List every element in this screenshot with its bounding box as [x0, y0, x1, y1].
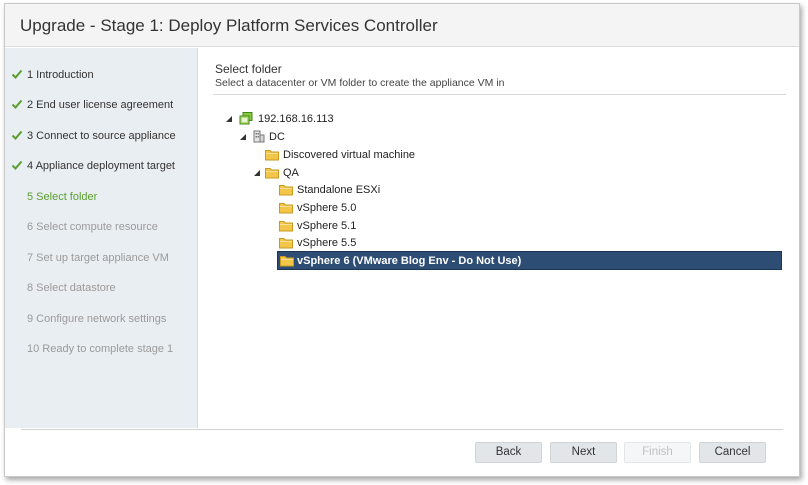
main-panel: Select folder Select a datacenter or VM … [199, 48, 799, 428]
title-bar: Upgrade - Stage 1: Deploy Platform Servi… [5, 4, 799, 47]
tree-node-label: vSphere 5.5 [297, 237, 357, 249]
tree-node-vsphere-5-5[interactable]: vSphere 5.5 [277, 234, 477, 252]
tree-node-qa[interactable]: QA [249, 164, 449, 182]
tree-node-label: DC [269, 131, 285, 143]
tree-node-standalone-esxi[interactable]: Standalone ESXi [277, 181, 477, 199]
folder-icon [279, 203, 293, 214]
tree-node-label: Discovered virtual machine [283, 149, 416, 161]
step-label: 3 Connect to source appliance [27, 130, 176, 142]
expand-triangle-icon[interactable] [239, 133, 247, 141]
step-configure-network: 9 Configure network settings [5, 310, 198, 330]
step-label: 6 Select compute resource [27, 221, 158, 233]
step-setup-target-vm: 7 Set up target appliance VM [5, 249, 198, 269]
tree-node-label: QA [283, 167, 299, 179]
tree-node-label: 192.168.16.113 [258, 113, 334, 125]
finish-button: Finish [624, 442, 691, 463]
checkmark-icon [11, 160, 23, 170]
step-label: 1 Introduction [27, 69, 94, 81]
footer-divider [21, 429, 783, 430]
next-button[interactable]: Next [550, 442, 617, 463]
divider [213, 94, 786, 95]
step-deployment-target[interactable]: 4 Appliance deployment target [5, 157, 198, 177]
step-select-compute-resource: 6 Select compute resource [5, 218, 198, 238]
tree-node-vsphere-5-0[interactable]: vSphere 5.0 [277, 199, 477, 217]
step-select-datastore: 8 Select datastore [5, 279, 198, 299]
folder-icon [279, 185, 293, 196]
step-label: 4 Appliance deployment target [27, 160, 175, 172]
datacenter-icon [253, 130, 265, 143]
tree-node-label: Standalone ESXi [297, 184, 381, 196]
step-label: 9 Configure network settings [27, 313, 167, 325]
folder-icon [279, 221, 293, 232]
step-label: 5 Select folder [27, 191, 98, 203]
upgrade-dialog: Upgrade - Stage 1: Deploy Platform Servi… [4, 3, 800, 477]
step-ready-to-complete: 10 Ready to complete stage 1 [5, 340, 198, 360]
expand-triangle-icon[interactable] [253, 169, 261, 177]
wizard-steps-sidebar: 1 Introduction 2 End user license agreem… [5, 48, 198, 428]
tree-node-vsphere-5-1[interactable]: vSphere 5.1 [277, 217, 477, 235]
section-title: Select folder [215, 62, 282, 76]
step-eula[interactable]: 2 End user license agreement [5, 96, 198, 116]
step-select-folder[interactable]: 5 Select folder [5, 188, 198, 208]
folder-icon [280, 256, 294, 267]
tree-node-host[interactable]: 192.168.16.113 [221, 110, 421, 128]
step-label: 7 Set up target appliance VM [27, 252, 169, 264]
tree-node-discovered-vm[interactable]: Discovered virtual machine [263, 146, 463, 164]
step-label: 8 Select datastore [27, 282, 116, 294]
vcenter-host-icon [239, 112, 253, 125]
step-label: 2 End user license agreement [27, 99, 174, 111]
dialog-title: Upgrade - Stage 1: Deploy Platform Servi… [20, 16, 438, 35]
tree-node-label: vSphere 6 (VMware Blog Env - Do Not Use) [297, 255, 522, 267]
section-subtitle: Select a datacenter or VM folder to crea… [215, 77, 505, 89]
step-label: 10 Ready to complete stage 1 [27, 343, 174, 355]
tree-node-label: vSphere 5.0 [297, 202, 357, 214]
step-connect-source[interactable]: 3 Connect to source appliance [5, 127, 198, 147]
checkmark-icon [11, 99, 23, 109]
tree-node-vsphere-6[interactable]: vSphere 6 (VMware Blog Env - Do Not Use) [277, 251, 782, 270]
checkmark-icon [11, 130, 23, 140]
back-button[interactable]: Back [475, 442, 542, 463]
tree-node-label: vSphere 5.1 [297, 220, 357, 232]
folder-icon [279, 238, 293, 249]
tree-node-datacenter[interactable]: DC [237, 128, 437, 146]
folder-icon [265, 168, 279, 179]
step-introduction[interactable]: 1 Introduction [5, 66, 198, 86]
expand-triangle-icon[interactable] [225, 115, 233, 123]
checkmark-icon [11, 69, 23, 79]
folder-icon [265, 150, 279, 161]
cancel-button[interactable]: Cancel [699, 442, 766, 463]
